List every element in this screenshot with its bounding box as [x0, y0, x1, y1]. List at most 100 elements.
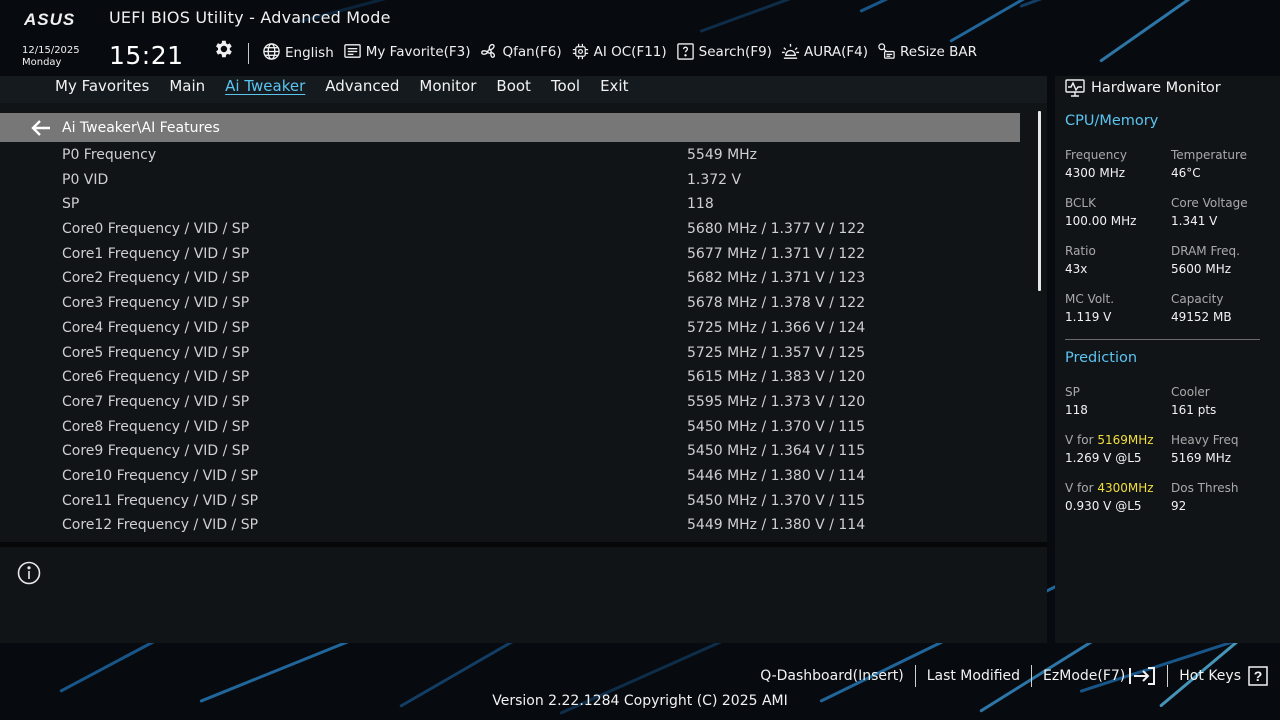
header: ASUS UEFI BIOS Utility - Advanced Mode 1… — [0, 0, 1280, 76]
v-for-heavy-stat: V for 5169MHz 1.269 V @L5 — [1065, 433, 1154, 465]
hot-keys-button[interactable]: Hot Keys ? — [1168, 666, 1280, 686]
day-text: Monday — [22, 57, 62, 68]
setting-label: Core2 Frequency / VID / SP — [62, 270, 250, 287]
search-button[interactable]: Search(F9) — [676, 42, 772, 61]
aura-icon — [781, 43, 800, 59]
setting-row[interactable]: Core12 Frequency / VID / SP 5449 MHz / 1.… — [0, 514, 1020, 539]
last-modified-button[interactable]: Last Modified — [916, 668, 1031, 684]
svg-text:?: ? — [1254, 668, 1263, 684]
settings-panel: Ai Tweaker\AI Features P0 Frequency 5549 … — [0, 103, 1047, 542]
search-label: Search(F9) — [698, 43, 772, 60]
setting-row[interactable]: Core0 Frequency / VID / SP 5680 MHz / 1.3… — [0, 218, 1020, 243]
tab-ai-tweaker[interactable]: Ai Tweaker — [225, 77, 305, 95]
resize-bar-button[interactable]: ReSize BAR — [877, 42, 977, 61]
setting-value: 5450 MHz / 1.370 V / 115 — [687, 492, 866, 509]
my-favorite-button[interactable]: My Favorite(F3) — [343, 42, 471, 61]
v-for-base-stat: V for 4300MHz 0.930 V @L5 — [1065, 481, 1154, 513]
frequency-stat: Frequency 4300 MHz — [1065, 148, 1127, 180]
favorite-icon — [343, 44, 361, 58]
info-icon — [17, 561, 41, 585]
tab-advanced[interactable]: Advanced — [325, 77, 399, 95]
resize-bar-label: ReSize BAR — [900, 43, 977, 60]
setting-row[interactable]: Core2 Frequency / VID / SP 5682 MHz / 1.3… — [0, 267, 1020, 292]
setting-value: 5449 MHz / 1.380 V / 114 — [687, 517, 866, 534]
setting-label: Core11 Frequency / VID / SP — [62, 492, 259, 509]
ezmode-button[interactable]: EzMode(F7) — [1032, 666, 1167, 686]
tab-my-favorites[interactable]: My Favorites — [55, 77, 149, 95]
setting-row[interactable]: P0 Frequency 5549 MHz — [0, 144, 1020, 169]
aura-button[interactable]: AURA(F4) — [781, 42, 868, 61]
setting-row[interactable]: SP 118 — [0, 193, 1020, 218]
setting-label: Core8 Frequency / VID / SP — [62, 418, 250, 435]
setting-row[interactable]: Core1 Frequency / VID / SP 5677 MHz / 1.3… — [0, 243, 1020, 268]
setting-value: 118 — [687, 196, 714, 213]
resize-bar-icon — [878, 43, 895, 59]
monitor-icon — [1065, 79, 1085, 97]
tab-tool[interactable]: Tool — [551, 77, 580, 95]
setting-label: Core10 Frequency / VID / SP — [62, 467, 259, 484]
heavy-freq-stat: Heavy Freq 5169 MHz — [1171, 433, 1239, 465]
language-label: English — [285, 45, 334, 61]
setting-label: Core0 Frequency / VID / SP — [62, 221, 250, 238]
setting-value: 5446 MHz / 1.380 V / 114 — [687, 467, 866, 484]
q-dashboard-button[interactable]: Q-Dashboard(Insert) — [749, 668, 915, 684]
gear-icon[interactable] — [212, 38, 234, 60]
cooler-stat: Cooler 161 pts — [1171, 385, 1217, 417]
setting-value: 5725 MHz / 1.366 V / 124 — [687, 319, 866, 336]
ai-oc-label: AI OC(F11) — [593, 43, 667, 60]
search-icon — [676, 43, 694, 60]
language-button[interactable]: English — [262, 42, 334, 61]
date-display: 12/15/2025 Monday — [22, 45, 80, 69]
tab-main[interactable]: Main — [169, 77, 205, 95]
setting-row[interactable]: Core10 Frequency / VID / SP 5446 MHz / 1.… — [0, 465, 1020, 490]
setting-value: 5725 MHz / 1.357 V / 125 — [687, 344, 866, 361]
setting-row[interactable]: Core8 Frequency / VID / SP 5450 MHz / 1.3… — [0, 416, 1020, 441]
setting-row[interactable]: Core3 Frequency / VID / SP 5678 MHz / 1.3… — [0, 292, 1020, 317]
tab-exit[interactable]: Exit — [600, 77, 628, 95]
my-favorite-label: My Favorite(F3) — [365, 43, 471, 60]
ai-chip-icon — [572, 43, 588, 60]
setting-row[interactable]: Core9 Frequency / VID / SP 5450 MHz / 1.3… — [0, 440, 1020, 465]
clock[interactable]: 15:21 — [109, 41, 184, 70]
setting-label: Core5 Frequency / VID / SP — [62, 344, 250, 361]
sp-stat: SP 118 — [1065, 385, 1088, 417]
setting-label: Core12 Frequency / VID / SP — [62, 517, 259, 534]
setting-label: Core4 Frequency / VID / SP — [62, 319, 250, 336]
header-divider — [248, 43, 249, 64]
mc-volt-stat: MC Volt. 1.119 V — [1065, 292, 1115, 324]
setting-value: 1.372 V — [687, 171, 742, 188]
setting-value: 5682 MHz / 1.371 V / 123 — [687, 270, 866, 287]
settings-list: P0 Frequency 5549 MHz P0 VID 1.372 V SP 118 Co… — [0, 144, 1020, 539]
setting-row[interactable]: Core5 Frequency / VID / SP 5725 MHz / 1.3… — [0, 342, 1020, 367]
setting-row[interactable]: Core7 Frequency / VID / SP 5595 MHz / 1.3… — [0, 391, 1020, 416]
setting-label: Core1 Frequency / VID / SP — [62, 245, 250, 262]
window-title: UEFI BIOS Utility - Advanced Mode — [109, 8, 391, 27]
setting-label: Core9 Frequency / VID / SP — [62, 443, 250, 460]
tab-monitor[interactable]: Monitor — [419, 77, 476, 95]
scrollbar[interactable] — [1038, 111, 1041, 291]
breadcrumb[interactable]: Ai Tweaker\AI Features — [0, 113, 1020, 142]
setting-value: 5595 MHz / 1.373 V / 120 — [687, 393, 866, 410]
setting-row[interactable]: Core6 Frequency / VID / SP 5615 MHz / 1.3… — [0, 366, 1020, 391]
date-text: 12/15/2025 — [22, 45, 80, 56]
setting-label: Core3 Frequency / VID / SP — [62, 295, 250, 312]
back-arrow-icon[interactable] — [30, 119, 52, 137]
setting-row[interactable]: Core4 Frequency / VID / SP 5725 MHz / 1.3… — [0, 317, 1020, 342]
setting-label: Core6 Frequency / VID / SP — [62, 369, 250, 386]
setting-row[interactable]: Core11 Frequency / VID / SP 5450 MHz / 1.… — [0, 490, 1020, 515]
setting-value: 5549 MHz — [687, 147, 758, 163]
breadcrumb-path: Ai Tweaker\AI Features — [62, 119, 220, 136]
tab-boot[interactable]: Boot — [496, 77, 531, 95]
prediction-title: Prediction — [1065, 350, 1138, 366]
capacity-stat: Capacity 49152 MB — [1171, 292, 1232, 324]
ai-oc-button[interactable]: AI OC(F11) — [571, 42, 667, 61]
cpu-memory-title: CPU/Memory — [1065, 113, 1159, 129]
help-question-icon: ? — [1248, 666, 1268, 686]
setting-row[interactable]: P0 VID 1.372 V — [0, 169, 1020, 194]
setting-label: P0 Frequency — [62, 147, 157, 163]
setting-value: 5615 MHz / 1.383 V / 120 — [687, 369, 866, 386]
qfan-button[interactable]: Qfan(F6) — [480, 42, 562, 61]
hardware-monitor-separator — [1065, 339, 1260, 340]
setting-value: 5680 MHz / 1.377 V / 122 — [687, 221, 866, 238]
hardware-monitor-title: Hardware Monitor — [1065, 79, 1221, 97]
